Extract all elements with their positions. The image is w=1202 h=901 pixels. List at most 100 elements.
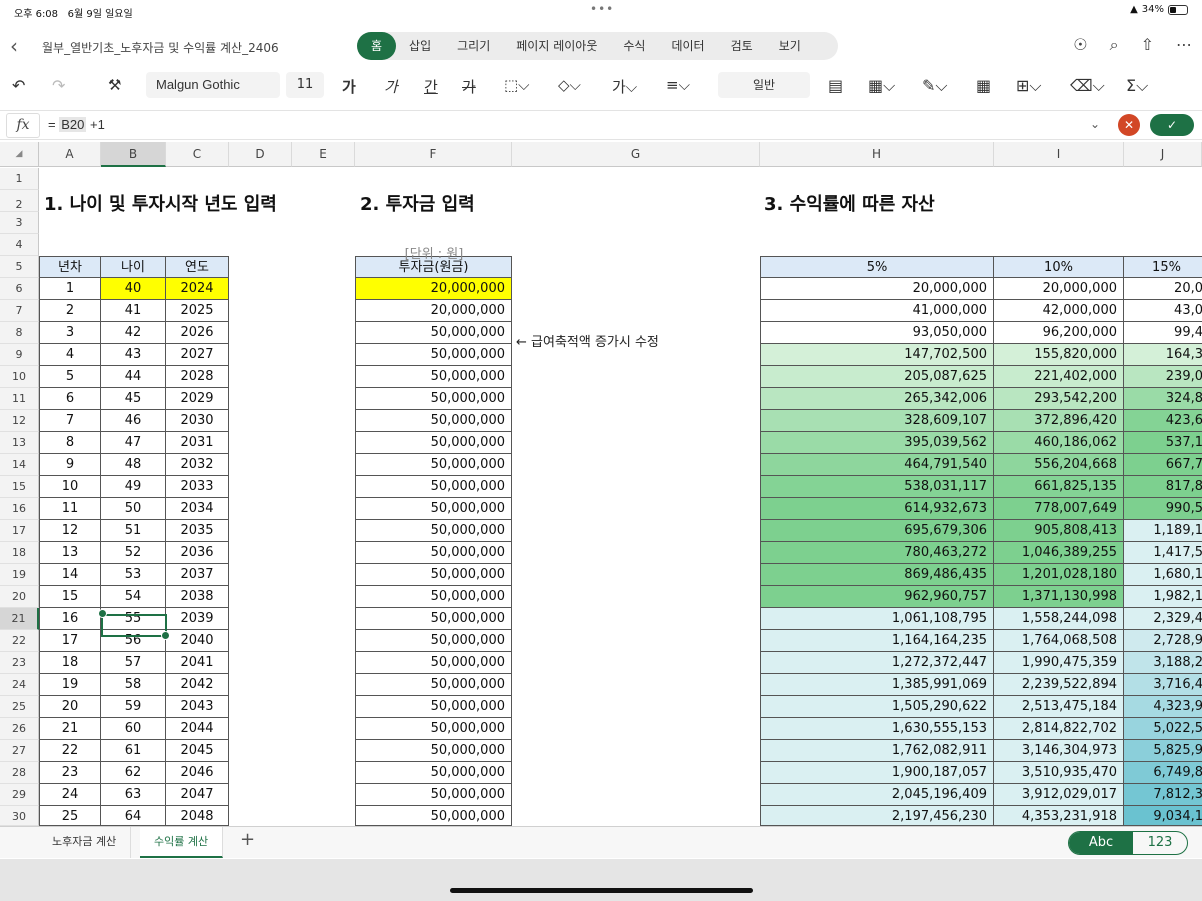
row-header-14[interactable]: 14 <box>0 454 39 476</box>
table2-investment-cell[interactable]: 50,000,000 <box>355 498 512 520</box>
table1-cell[interactable]: 52 <box>101 542 166 564</box>
table1-cell[interactable]: 42 <box>101 322 166 344</box>
column-header-d[interactable]: D <box>229 142 292 167</box>
table1-cell[interactable]: 57 <box>101 652 166 674</box>
row-header-7[interactable]: 7 <box>0 300 39 322</box>
format-table-icon[interactable]: ▦ <box>976 76 991 95</box>
ribbon-tab-2[interactable]: 그리기 <box>444 32 503 60</box>
table1-cell[interactable]: 2045 <box>166 740 229 762</box>
ribbon-tab-4[interactable]: 수식 <box>610 32 658 60</box>
ribbon-tab-5[interactable]: 데이터 <box>658 32 717 60</box>
ribbon-tab-3[interactable]: 페이지 레이아웃 <box>503 32 610 60</box>
add-sheet-icon[interactable]: + <box>240 829 255 850</box>
row-header-15[interactable]: 15 <box>0 476 39 498</box>
row-header-26[interactable]: 26 <box>0 718 39 740</box>
row-header-11[interactable]: 11 <box>0 388 39 410</box>
search-icon[interactable]: ⌕ <box>1110 35 1119 55</box>
chevron-down-icon[interactable]: ⌄ <box>1090 117 1100 131</box>
share-icon[interactable]: ⇧ <box>1141 35 1154 55</box>
column-header-j[interactable]: J <box>1124 142 1202 167</box>
table2-investment-cell[interactable]: 20,000,000 <box>355 278 512 300</box>
row-header-3[interactable]: 3 <box>0 212 39 234</box>
more-icon[interactable]: ⋯ <box>1176 35 1192 55</box>
row-header-21[interactable]: 21 <box>0 608 39 630</box>
table1-cell[interactable]: 56 <box>101 630 166 652</box>
table2-investment-cell[interactable]: 50,000,000 <box>355 740 512 762</box>
row-header-28[interactable]: 28 <box>0 762 39 784</box>
border-icon[interactable]: ⬚⌵ <box>504 76 530 94</box>
table2-investment-cell[interactable]: 50,000,000 <box>355 366 512 388</box>
row-header-9[interactable]: 9 <box>0 344 39 366</box>
table1-cell[interactable]: 41 <box>101 300 166 322</box>
table1-cell[interactable]: 60 <box>101 718 166 740</box>
row-header-6[interactable]: 6 <box>0 278 39 300</box>
row-header-30[interactable]: 30 <box>0 806 39 826</box>
table2-investment-cell[interactable]: 50,000,000 <box>355 564 512 586</box>
table1-cell[interactable]: 45 <box>101 388 166 410</box>
number-format-box[interactable]: 일반 <box>718 72 810 98</box>
row-header-20[interactable]: 20 <box>0 586 39 608</box>
table2-investment-cell[interactable]: 50,000,000 <box>355 454 512 476</box>
ribbon-tab-0[interactable]: 홈 <box>357 32 397 60</box>
lightbulb-icon[interactable]: ☉ <box>1073 35 1087 55</box>
row-header-13[interactable]: 13 <box>0 432 39 454</box>
table1-cell[interactable]: 2030 <box>166 410 229 432</box>
selection-handle-bottom[interactable] <box>161 631 170 640</box>
table2-investment-cell[interactable]: 50,000,000 <box>355 608 512 630</box>
table1-cell[interactable]: 64 <box>101 806 166 826</box>
table1-cell[interactable]: 43 <box>101 344 166 366</box>
column-header-a[interactable]: A <box>39 142 101 167</box>
table2-investment-cell[interactable]: 50,000,000 <box>355 322 512 344</box>
row-header-4[interactable]: 4 <box>0 234 39 256</box>
table1-cell[interactable]: 2028 <box>166 366 229 388</box>
input-mode-123[interactable]: 123 <box>1133 832 1187 854</box>
table2-investment-cell[interactable]: 50,000,000 <box>355 806 512 826</box>
column-header-h[interactable]: H <box>760 142 994 167</box>
table1-cell[interactable]: 2038 <box>166 586 229 608</box>
table1-cell[interactable]: 46 <box>101 410 166 432</box>
table1-cell[interactable]: 58 <box>101 674 166 696</box>
clear-icon[interactable]: ⌫⌵ <box>1070 76 1105 96</box>
row-header-5[interactable]: 5 <box>0 256 39 278</box>
table1-cell[interactable]: 50 <box>101 498 166 520</box>
row-header-10[interactable]: 10 <box>0 366 39 388</box>
table1-cell[interactable]: 40 <box>101 278 166 300</box>
table2-investment-cell[interactable]: 50,000,000 <box>355 344 512 366</box>
table2-investment-cell[interactable]: 50,000,000 <box>355 520 512 542</box>
row-header-27[interactable]: 27 <box>0 740 39 762</box>
ribbon-tab-6[interactable]: 검토 <box>718 32 766 60</box>
row-header-23[interactable]: 23 <box>0 652 39 674</box>
table1-cell[interactable]: 61 <box>101 740 166 762</box>
sheet-tab-returns[interactable]: 수익률 계산 <box>140 827 224 858</box>
table2-investment-cell[interactable]: 50,000,000 <box>355 762 512 784</box>
table1-cell[interactable]: 2033 <box>166 476 229 498</box>
column-header-c[interactable]: C <box>166 142 229 167</box>
row-header-17[interactable]: 17 <box>0 520 39 542</box>
underline-button[interactable]: 간 <box>424 76 438 97</box>
table1-cell[interactable]: 2031 <box>166 432 229 454</box>
font-name-box[interactable]: Malgun Gothic <box>146 72 280 98</box>
table1-cell[interactable]: 48 <box>101 454 166 476</box>
table1-cell[interactable]: 2040 <box>166 630 229 652</box>
formula-input[interactable]: = B20 +1 <box>48 117 105 132</box>
select-all-corner[interactable]: ◢ <box>0 142 39 167</box>
column-header-i[interactable]: I <box>994 142 1124 167</box>
table1-cell[interactable]: 54 <box>101 586 166 608</box>
table1-cell[interactable]: 49 <box>101 476 166 498</box>
table1-cell[interactable]: 2047 <box>166 784 229 806</box>
table2-investment-cell[interactable]: 50,000,000 <box>355 784 512 806</box>
row-header-29[interactable]: 29 <box>0 784 39 806</box>
autosum-button[interactable]: Σ⌵ <box>1126 76 1148 96</box>
table1-cell[interactable]: 2039 <box>166 608 229 630</box>
table1-cell[interactable]: 59 <box>101 696 166 718</box>
bold-button[interactable]: 가 <box>342 76 356 97</box>
home-indicator[interactable] <box>450 888 753 893</box>
sheet-tab-retirement[interactable]: 노후자금 계산 <box>38 827 132 858</box>
cell-styles-icon[interactable]: ✎⌵ <box>922 76 948 96</box>
strikethrough-button[interactable]: 가 <box>462 76 476 97</box>
font-color-icon[interactable]: 가⌵ <box>612 76 637 97</box>
row-header-18[interactable]: 18 <box>0 542 39 564</box>
table1-cell[interactable]: 2043 <box>166 696 229 718</box>
row-header-24[interactable]: 24 <box>0 674 39 696</box>
table2-investment-cell[interactable]: 50,000,000 <box>355 630 512 652</box>
